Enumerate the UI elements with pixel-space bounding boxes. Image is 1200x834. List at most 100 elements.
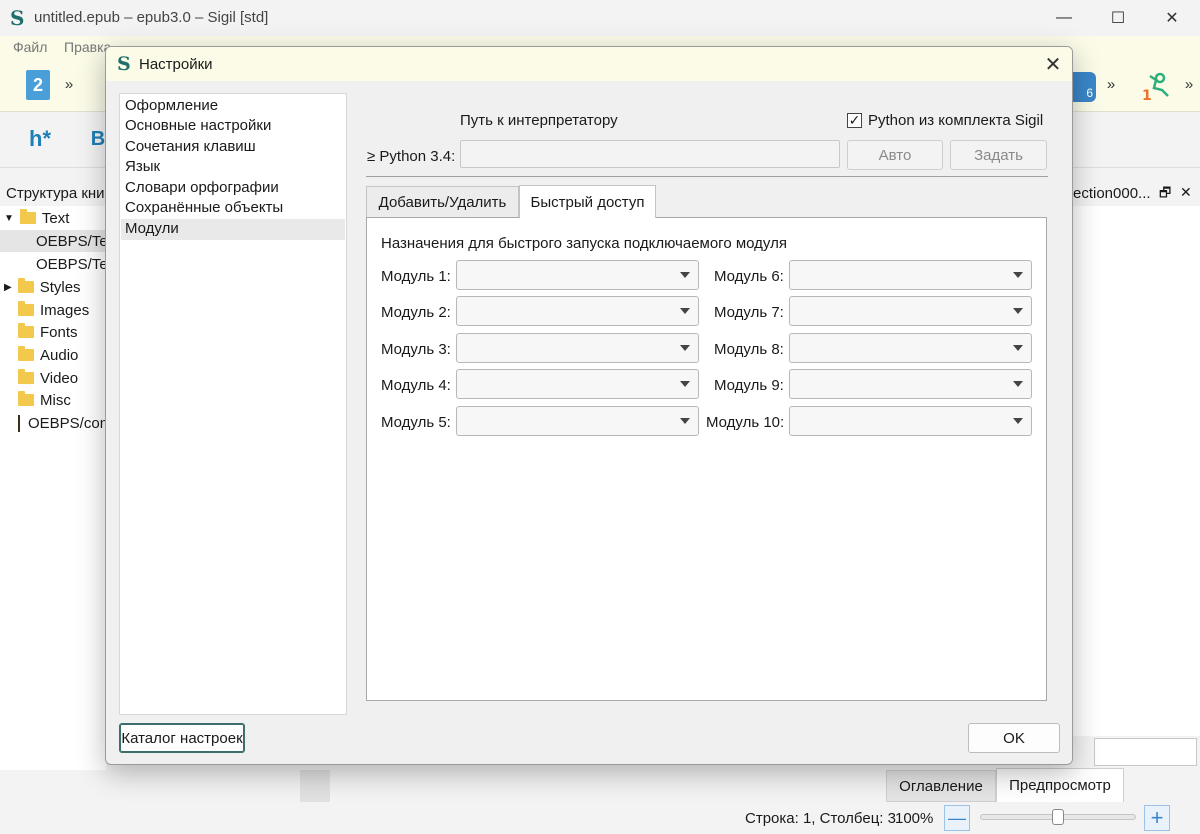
category-list: Оформление Основные настройки Сочетания … <box>119 93 347 715</box>
plugin-slot-combo-7[interactable] <box>789 296 1032 326</box>
category-shortcuts[interactable]: Сочетания клавиш <box>121 137 345 158</box>
minus-icon: — <box>948 807 966 828</box>
interpreter-heading: Путь к интерпретатору <box>460 112 618 129</box>
quick-access-heading: Назначения для быстрого запуска подключа… <box>381 235 787 252</box>
folder-icon <box>18 391 34 406</box>
folder-icon <box>17 278 34 293</box>
preferences-dialog: S Настройки ✕ Оформление Основные настро… <box>105 46 1073 765</box>
python-path-input[interactable] <box>460 140 840 168</box>
plugin-slot-combo-10[interactable] <box>789 406 1032 436</box>
plugin-slot-label-10: Модуль 10: <box>706 414 785 431</box>
heading-icon[interactable]: h* <box>24 124 56 154</box>
collapse-arrow-icon[interactable]: ▶ <box>4 282 12 293</box>
close-icon: ✕ <box>1165 10 1179 27</box>
dropdown-arrow-icon <box>680 272 690 278</box>
scroll-handle[interactable] <box>300 770 330 802</box>
close-icon: ✕ <box>1044 53 1062 76</box>
plugin-slot-combo-9[interactable] <box>789 369 1032 399</box>
book-browser-panel: Структура книги ▼Text OEBPS/Text/Section… <box>0 180 106 770</box>
plugin-slot-combo-4[interactable] <box>456 369 699 399</box>
toolbar-overflow-icon-3[interactable]: » <box>1182 74 1196 94</box>
zoom-slider-thumb[interactable] <box>1052 809 1064 825</box>
plugin-slot-label-7: Модуль 7: <box>714 304 784 321</box>
dropdown-arrow-icon <box>680 418 690 424</box>
tree-item-images[interactable]: Images <box>0 299 106 321</box>
plugin-slot-combo-2[interactable] <box>456 296 699 326</box>
find-input[interactable] <box>1094 738 1197 766</box>
ok-button[interactable]: OK <box>968 723 1060 753</box>
menu-file[interactable]: Файл <box>13 39 47 55</box>
book-browser-header: Структура книги <box>0 180 106 206</box>
dialog-titlebar: S Настройки ✕ <box>106 47 1072 81</box>
category-general[interactable]: Основные настройки <box>121 116 345 137</box>
bundled-python-checkbox[interactable]: ✓ <box>847 113 862 128</box>
editor-area[interactable] <box>1073 206 1200 736</box>
find-bar <box>1073 736 1200 770</box>
plugin-run-icon[interactable]: 1 <box>1140 70 1174 102</box>
auto-button[interactable]: Авто <box>847 140 943 170</box>
tab-preview[interactable]: Предпросмотр <box>996 768 1124 802</box>
expand-arrow-icon[interactable]: ▼ <box>4 213 14 224</box>
dropdown-arrow-icon <box>680 345 690 351</box>
plus-icon: + <box>1150 805 1164 830</box>
plugin-slot-label-6: Модуль 6: <box>714 268 784 285</box>
folder-icon <box>18 301 34 316</box>
dropdown-arrow-icon <box>1013 418 1023 424</box>
toolbar-overflow-icon-2[interactable]: » <box>1104 74 1118 94</box>
tree-item-opf[interactable]: OEBPS/content.opf <box>0 412 106 434</box>
editor-tab-title[interactable]: ection000... <box>1073 185 1151 202</box>
maximize-icon: ☐ <box>1110 10 1126 27</box>
folder-icon <box>18 346 34 361</box>
plugin-slot-label-8: Модуль 8: <box>714 341 784 358</box>
zoom-out-button[interactable]: — <box>944 805 970 831</box>
bold-icon[interactable]: B <box>90 126 106 152</box>
opf-file-icon <box>18 414 20 432</box>
zoom-in-button[interactable]: + <box>1144 805 1170 831</box>
tree-item-video[interactable]: Video <box>0 367 106 389</box>
sigil-logo-icon: S <box>10 6 25 30</box>
plugin-slot-combo-5[interactable] <box>456 406 699 436</box>
tree-item-fonts[interactable]: Fonts <box>0 321 106 343</box>
plugin-slot-combo-6[interactable] <box>789 260 1032 290</box>
dialog-close-button[interactable]: ✕ <box>1034 47 1072 81</box>
tree-item-audio[interactable]: Audio <box>0 344 106 366</box>
bundled-python-label: Python из комплекта Sigil <box>868 112 1044 129</box>
preferences-catalog-button[interactable]: Каталог настроек <box>119 723 245 753</box>
minimize-button[interactable]: — <box>1037 0 1091 36</box>
cursor-position: Строка: 1, Столбец: 3 <box>745 810 896 827</box>
set-path-button[interactable]: Задать <box>950 140 1047 170</box>
category-spellcheck[interactable]: Словари орфографии <box>121 178 345 199</box>
dialog-title: Настройки <box>139 56 213 73</box>
tab-quick-access[interactable]: Быстрый доступ <box>519 185 656 218</box>
category-language[interactable]: Язык <box>121 157 345 178</box>
minimize-icon: — <box>1056 9 1072 26</box>
tree-item-section1[interactable]: OEBPS/Text/Section0001.xhtml <box>0 230 106 252</box>
new-book-icon[interactable]: 2 <box>26 70 50 100</box>
plugin-slot-combo-8[interactable] <box>789 333 1032 363</box>
checkmark-icon: ✓ <box>848 112 861 128</box>
plugin-slot-label-4: Модуль 4: <box>381 377 451 394</box>
plugin-slot-label-3: Модуль 3: <box>381 341 451 358</box>
dropdown-arrow-icon <box>1013 381 1023 387</box>
tab-add-remove[interactable]: Добавить/Удалить <box>366 186 519 217</box>
plugin-slot-label-9: Модуль 9: <box>714 377 784 394</box>
tree-item-misc[interactable]: Misc <box>0 389 106 411</box>
dropdown-arrow-icon <box>1013 272 1023 278</box>
toolbar-overflow-icon[interactable]: » <box>62 74 76 94</box>
tree-item-styles[interactable]: ▶ Styles <box>0 276 106 298</box>
zoom-slider[interactable] <box>980 809 1136 825</box>
tree-item-text[interactable]: ▼ Text <box>0 207 106 229</box>
float-window-icon[interactable]: 🗗 <box>1159 184 1171 206</box>
close-button[interactable]: ✕ <box>1145 0 1199 36</box>
plugin-slot-label-5: Модуль 5: <box>381 414 451 431</box>
tree-item-section2[interactable]: OEBPS/Text/Section0002.xhtml <box>0 253 106 275</box>
plugin-slot-combo-1[interactable] <box>456 260 699 290</box>
category-appearance[interactable]: Оформление <box>121 96 345 117</box>
maximize-button[interactable]: ☐ <box>1091 0 1145 36</box>
panel-close-icon[interactable]: ✕ <box>1180 184 1192 201</box>
folder-icon <box>18 369 34 384</box>
category-plugins[interactable]: Модули <box>121 219 345 240</box>
category-clips[interactable]: Сохранённые объекты <box>121 198 345 219</box>
plugin-slot-combo-3[interactable] <box>456 333 699 363</box>
tab-toc[interactable]: Оглавление <box>886 770 996 802</box>
